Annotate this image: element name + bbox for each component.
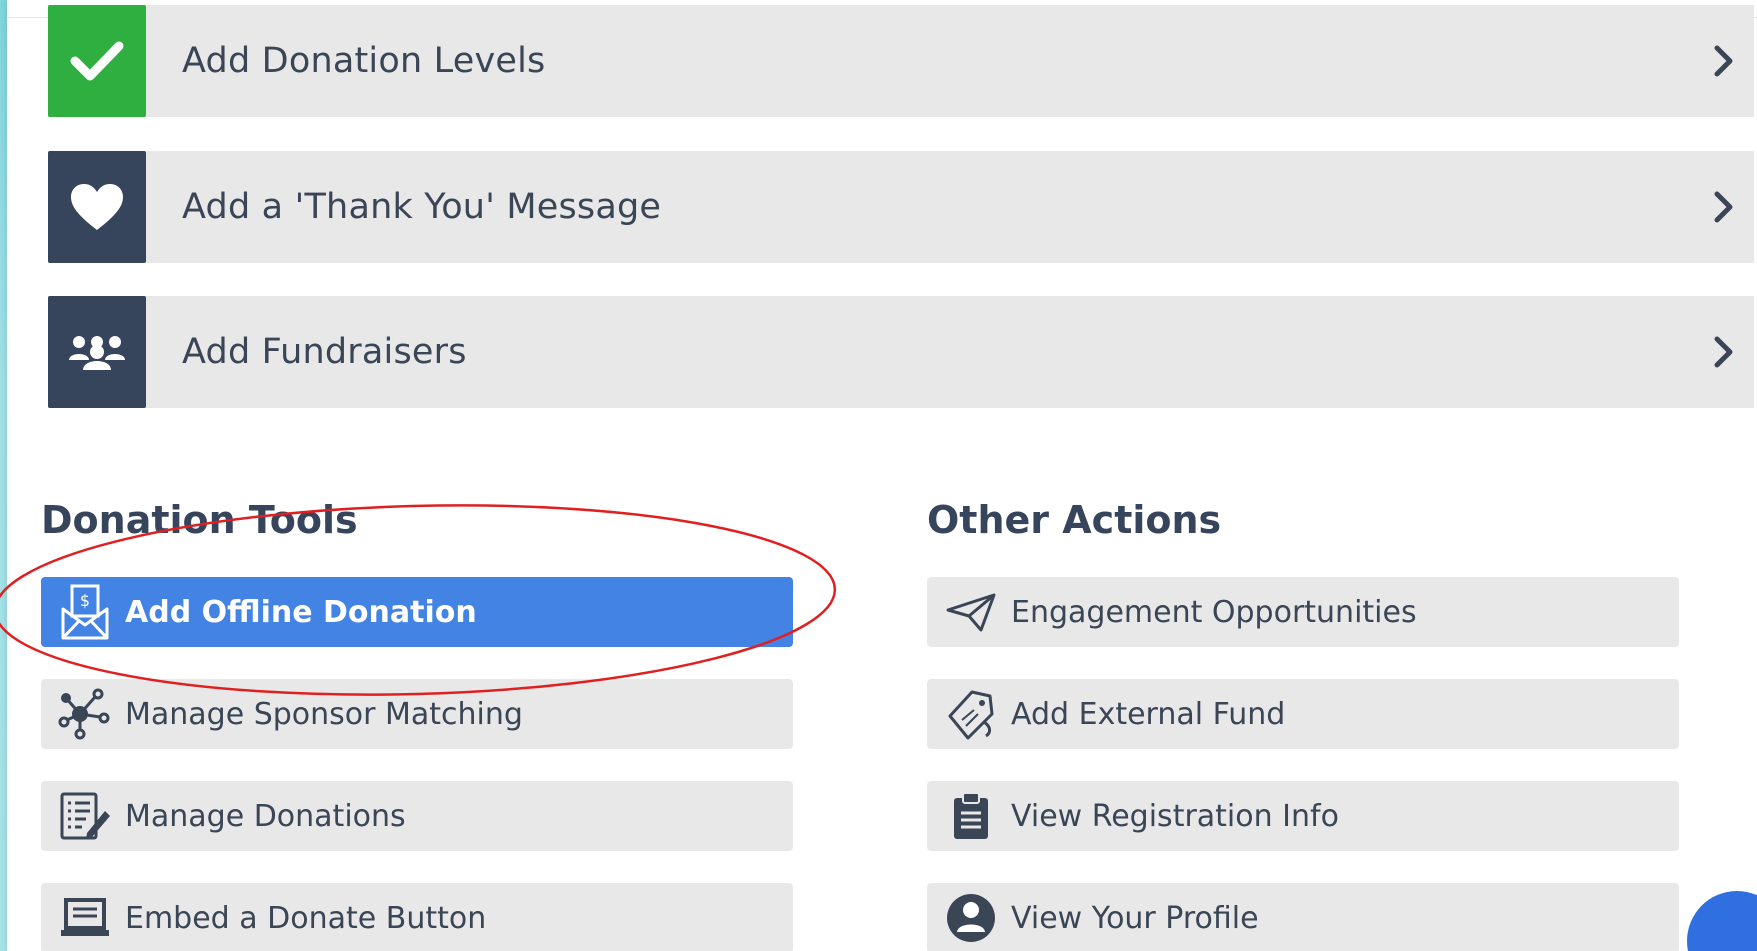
- step-add-donation-levels[interactable]: Add Donation Levels: [48, 5, 1754, 117]
- tool-label: Manage Donations: [125, 798, 406, 834]
- list-edit-icon: [53, 781, 117, 851]
- view-your-profile-button[interactable]: View Your Profile: [927, 883, 1679, 951]
- tool-label: Add External Fund: [1011, 696, 1286, 732]
- step-add-thank-you-message[interactable]: Add a 'Thank You' Message: [48, 151, 1754, 263]
- tool-label: Engagement Opportunities: [1011, 594, 1417, 630]
- donation-tools-title: Donation Tools: [41, 498, 358, 542]
- view-registration-info-button[interactable]: View Registration Info: [927, 781, 1679, 851]
- tool-label: Embed a Donate Button: [125, 900, 487, 936]
- chevron-right-icon: [1694, 5, 1754, 117]
- chevron-right-icon: [1694, 151, 1754, 263]
- heart-icon: [71, 184, 123, 230]
- step-add-fundraisers[interactable]: Add Fundraisers: [48, 296, 1754, 408]
- step-status-box: [48, 151, 146, 263]
- manage-donations-button[interactable]: Manage Donations: [41, 781, 793, 851]
- people-group-icon: [69, 336, 125, 370]
- tool-label: View Registration Info: [1011, 798, 1339, 834]
- step-label: Add a 'Thank You' Message: [182, 187, 662, 227]
- laptop-icon: [53, 883, 117, 951]
- add-offline-donation-button[interactable]: $ Add Offline Donation: [41, 577, 793, 647]
- other-actions-title: Other Actions: [927, 498, 1222, 542]
- step-label: Add Donation Levels: [182, 41, 546, 81]
- embed-donate-button-button[interactable]: Embed a Donate Button: [41, 883, 793, 951]
- network-nodes-icon: [53, 679, 117, 749]
- envelope-dollar-icon: $: [53, 577, 117, 647]
- step-label: Add Fundraisers: [182, 332, 467, 372]
- chevron-right-icon: [1694, 296, 1754, 408]
- tool-label: Manage Sponsor Matching: [125, 696, 523, 732]
- tool-label: View Your Profile: [1011, 900, 1259, 936]
- user-circle-icon: [939, 883, 1003, 951]
- engagement-opportunities-button[interactable]: Engagement Opportunities: [927, 577, 1679, 647]
- clipboard-icon: [939, 781, 1003, 851]
- add-external-fund-button[interactable]: Add External Fund: [927, 679, 1679, 749]
- manage-sponsor-matching-button[interactable]: Manage Sponsor Matching: [41, 679, 793, 749]
- step-status-box: [48, 296, 146, 408]
- paper-plane-icon: [939, 577, 1003, 647]
- tag-hand-icon: [939, 679, 1003, 749]
- checkmark-icon: [70, 41, 124, 81]
- svg-text:$: $: [80, 591, 90, 610]
- tool-label: Add Offline Donation: [125, 594, 477, 630]
- step-status-box: [48, 5, 146, 117]
